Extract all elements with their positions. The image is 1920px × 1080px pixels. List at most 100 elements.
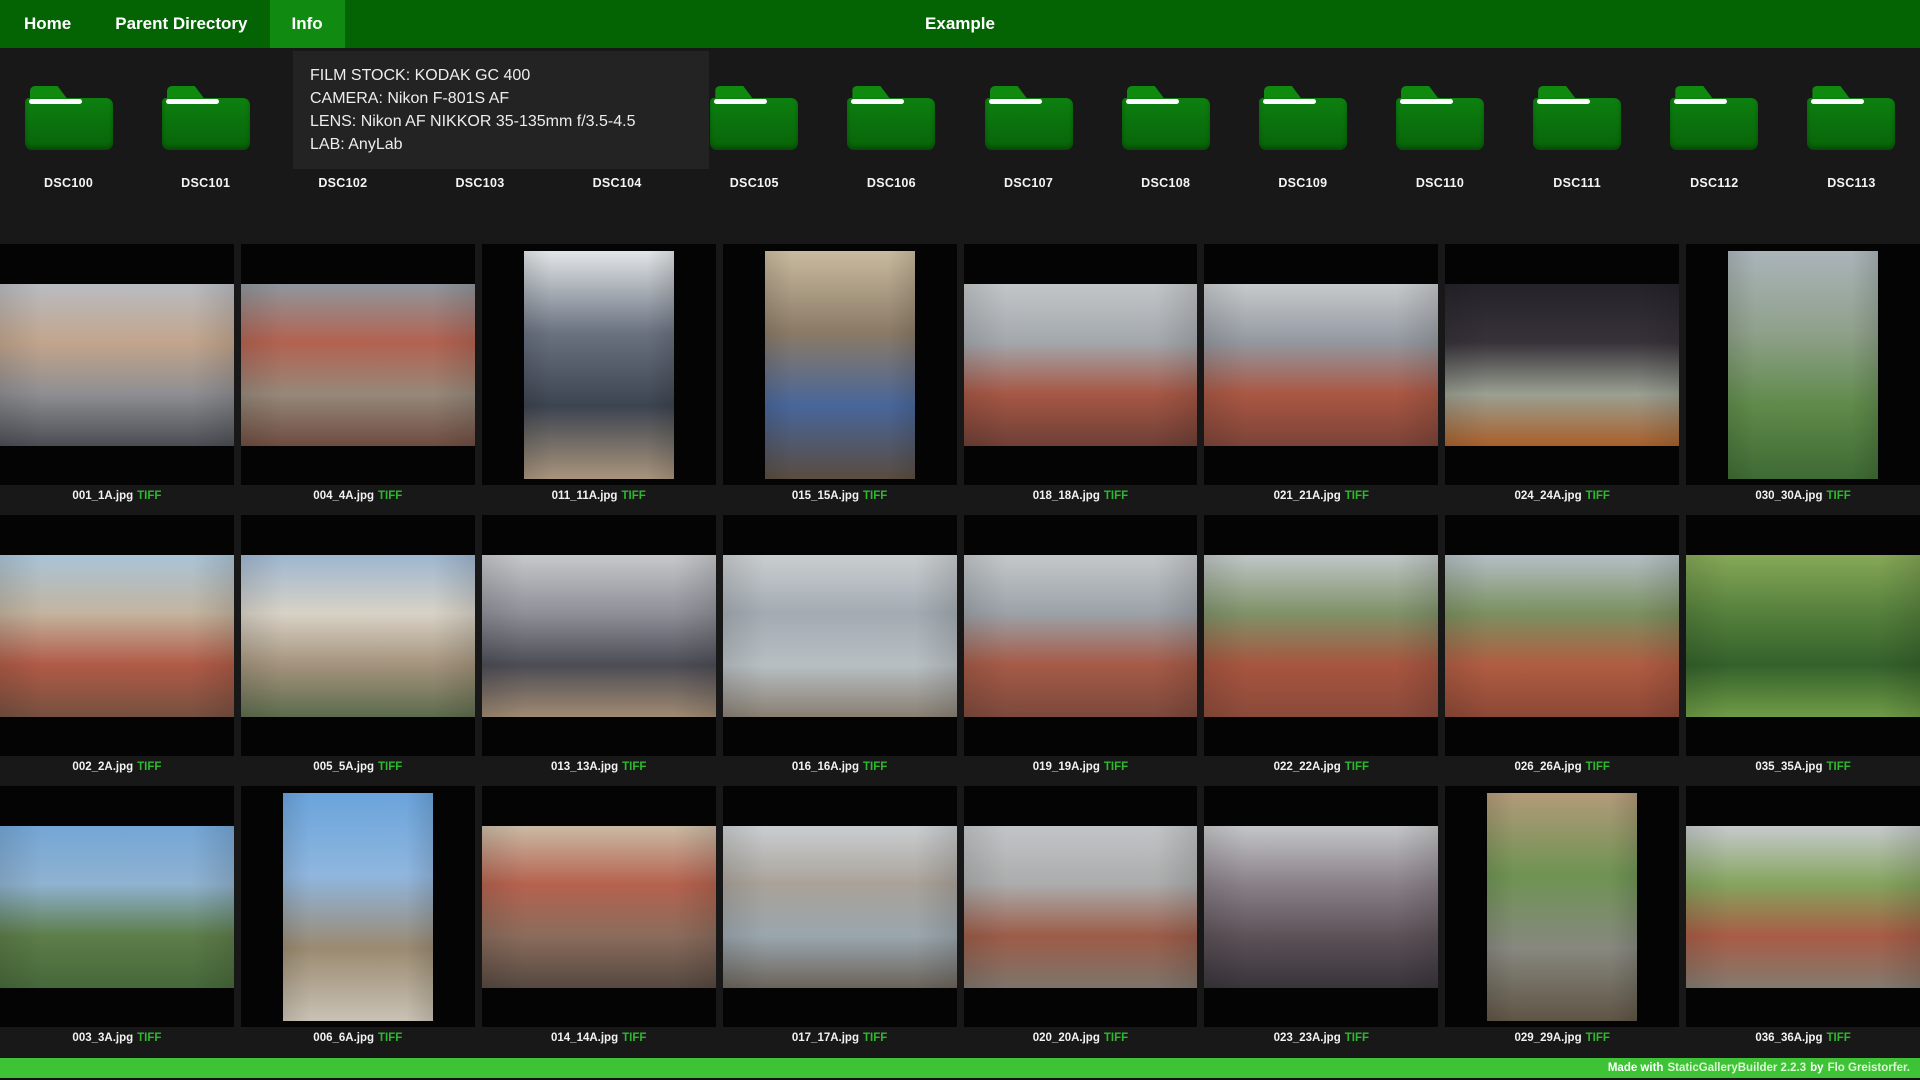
photo-thumbnail[interactable] bbox=[481, 554, 716, 717]
thumbnail-tiff-link[interactable]: TIFF bbox=[1104, 761, 1128, 773]
thumbnail-caption: 021_21A.jpg TIFF bbox=[1204, 485, 1438, 506]
thumbnail-tiff-link[interactable]: TIFF bbox=[1104, 1032, 1128, 1044]
thumbnail-tiff-link[interactable]: TIFF bbox=[1586, 761, 1610, 773]
folder-dsc108[interactable]: DSC108 bbox=[1097, 86, 1234, 190]
thumbnail-tiff-link[interactable]: TIFF bbox=[1345, 490, 1369, 502]
thumbnail-tiff-link[interactable]: TIFF bbox=[137, 490, 161, 502]
photo-thumbnail[interactable] bbox=[523, 250, 674, 479]
thumbnail-caption: 022_22A.jpg TIFF bbox=[1204, 756, 1438, 777]
thumbnail-caption: 013_13A.jpg TIFF bbox=[482, 756, 716, 777]
thumbnail-cell-021-21a-jpg: 021_21A.jpg TIFF bbox=[1204, 244, 1439, 506]
photo-thumbnail[interactable] bbox=[1686, 825, 1920, 988]
thumbnail-tiff-link[interactable]: TIFF bbox=[863, 761, 887, 773]
folder-dsc106[interactable]: DSC106 bbox=[823, 86, 960, 190]
folder-dsc101[interactable]: DSC101 bbox=[137, 86, 274, 190]
info-line-film-stock: FILM STOCK: KODAK GC 400 bbox=[310, 67, 531, 84]
thumbnail-tiff-link[interactable]: TIFF bbox=[621, 490, 645, 502]
folder-label: DSC109 bbox=[1278, 176, 1328, 190]
gallery-row: 001_1A.jpg TIFF 004_4A.jpg TIFF 011_11A.jpg T… bbox=[0, 244, 1920, 506]
thumbnail-tiff-link[interactable]: TIFF bbox=[137, 761, 161, 773]
photo-thumbnail[interactable] bbox=[764, 250, 915, 479]
photo-thumbnail[interactable] bbox=[1487, 792, 1638, 1021]
thumbnail-tiff-link[interactable]: TIFF bbox=[378, 761, 402, 773]
photo-thumbnail[interactable] bbox=[481, 825, 716, 988]
photo-thumbnail[interactable] bbox=[963, 554, 1198, 717]
nav-item-home[interactable]: Home bbox=[0, 0, 93, 48]
thumbnail-caption: 029_29A.jpg TIFF bbox=[1445, 1027, 1679, 1048]
thumbnail-tiff-link[interactable]: TIFF bbox=[1104, 490, 1128, 502]
folder-glint-shape bbox=[1399, 99, 1453, 104]
folder-dsc110[interactable]: DSC110 bbox=[1371, 86, 1508, 190]
thumbnail-tiff-link[interactable]: TIFF bbox=[622, 1032, 646, 1044]
folder-dsc112[interactable]: DSC112 bbox=[1646, 86, 1783, 190]
thumbnail-filename: 019_19A.jpg bbox=[1032, 760, 1100, 773]
thumbnail-tiff-link[interactable]: TIFF bbox=[863, 490, 887, 502]
thumbnail-filename: 004_4A.jpg bbox=[313, 489, 375, 502]
photo-thumbnail[interactable] bbox=[1445, 554, 1680, 717]
nav-item-info[interactable]: Info bbox=[269, 0, 345, 48]
thumbnail-tiff-link[interactable]: TIFF bbox=[1345, 761, 1369, 773]
footer-builder-link[interactable]: StaticGalleryBuilder 2.2.3 bbox=[1667, 1062, 1806, 1074]
photo-thumbnail[interactable] bbox=[1204, 825, 1439, 988]
thumbnail-tiff-link[interactable]: TIFF bbox=[622, 761, 646, 773]
thumbnail-tiff-link[interactable]: TIFF bbox=[1345, 1032, 1369, 1044]
thumbnail-filename: 029_29A.jpg bbox=[1514, 1031, 1582, 1044]
thumbnail-caption: 004_4A.jpg TIFF bbox=[241, 485, 475, 506]
top-nav-bar: Home Parent Directory Info Example bbox=[0, 0, 1920, 48]
thumbnail-box bbox=[481, 515, 716, 756]
thumbnail-tiff-link[interactable]: TIFF bbox=[1586, 490, 1610, 502]
folder-icon bbox=[24, 86, 113, 150]
photo-thumbnail[interactable] bbox=[1728, 250, 1879, 479]
photo-thumbnail[interactable] bbox=[0, 554, 234, 717]
folder-dsc107[interactable]: DSC107 bbox=[960, 86, 1097, 190]
photo-thumbnail[interactable] bbox=[1204, 554, 1439, 717]
thumbnail-box bbox=[1445, 786, 1680, 1027]
photo-thumbnail[interactable] bbox=[722, 554, 957, 717]
folder-label: DSC105 bbox=[729, 176, 779, 190]
thumbnail-tiff-link[interactable]: TIFF bbox=[1826, 1032, 1850, 1044]
thumbnail-tiff-link[interactable]: TIFF bbox=[378, 1032, 402, 1044]
folder-dsc113[interactable]: DSC113 bbox=[1783, 86, 1920, 190]
thumbnail-filename: 015_15A.jpg bbox=[791, 489, 859, 502]
thumbnail-box bbox=[722, 244, 957, 485]
thumbnail-caption: 011_11A.jpg TIFF bbox=[482, 485, 716, 506]
thumbnail-box bbox=[1686, 515, 1920, 756]
info-line-camera: CAMERA: Nikon F-801S AF bbox=[310, 90, 510, 107]
thumbnail-tiff-link[interactable]: TIFF bbox=[137, 1032, 161, 1044]
folder-glint-shape bbox=[988, 99, 1042, 104]
photo-thumbnail[interactable] bbox=[1686, 554, 1920, 717]
footer-author-link[interactable]: Flo Greistorfer. bbox=[1828, 1062, 1910, 1074]
nav-item-parent-directory[interactable]: Parent Directory bbox=[93, 0, 269, 48]
folder-body-shape bbox=[1258, 98, 1347, 150]
photo-thumbnail[interactable] bbox=[240, 554, 475, 717]
thumbnail-filename: 023_23A.jpg bbox=[1273, 1031, 1341, 1044]
photo-thumbnail[interactable] bbox=[0, 825, 234, 988]
photo-thumbnail[interactable] bbox=[963, 283, 1198, 446]
thumbnail-cell-022-22a-jpg: 022_22A.jpg TIFF bbox=[1204, 515, 1439, 777]
photo-thumbnail[interactable] bbox=[1445, 283, 1680, 446]
thumbnail-box bbox=[1445, 244, 1680, 485]
folder-glint-shape bbox=[1125, 99, 1179, 104]
photo-thumbnail[interactable] bbox=[722, 825, 957, 988]
photo-thumbnail[interactable] bbox=[963, 825, 1198, 988]
thumbnail-caption: 003_3A.jpg TIFF bbox=[0, 1027, 234, 1048]
folder-dsc100[interactable]: DSC100 bbox=[0, 86, 137, 190]
thumbnail-tiff-link[interactable]: TIFF bbox=[1826, 761, 1850, 773]
folder-label: DSC111 bbox=[1553, 176, 1601, 190]
thumbnail-box bbox=[240, 515, 475, 756]
folder-glint-shape bbox=[851, 99, 905, 104]
photo-thumbnail[interactable] bbox=[240, 283, 475, 446]
folder-dsc111[interactable]: DSC111 bbox=[1509, 86, 1646, 190]
thumbnail-caption: 030_30A.jpg TIFF bbox=[1686, 485, 1920, 506]
photo-thumbnail[interactable] bbox=[1204, 283, 1439, 446]
thumbnail-tiff-link[interactable]: TIFF bbox=[1826, 490, 1850, 502]
folder-glint-shape bbox=[165, 99, 219, 104]
thumbnail-tiff-link[interactable]: TIFF bbox=[378, 490, 402, 502]
photo-thumbnail[interactable] bbox=[282, 792, 433, 1021]
folder-dsc109[interactable]: DSC109 bbox=[1234, 86, 1371, 190]
thumbnail-tiff-link[interactable]: TIFF bbox=[863, 1032, 887, 1044]
photo-thumbnail[interactable] bbox=[0, 283, 234, 446]
page-title: Example bbox=[925, 14, 995, 33]
folder-icon bbox=[1258, 86, 1347, 150]
thumbnail-tiff-link[interactable]: TIFF bbox=[1586, 1032, 1610, 1044]
